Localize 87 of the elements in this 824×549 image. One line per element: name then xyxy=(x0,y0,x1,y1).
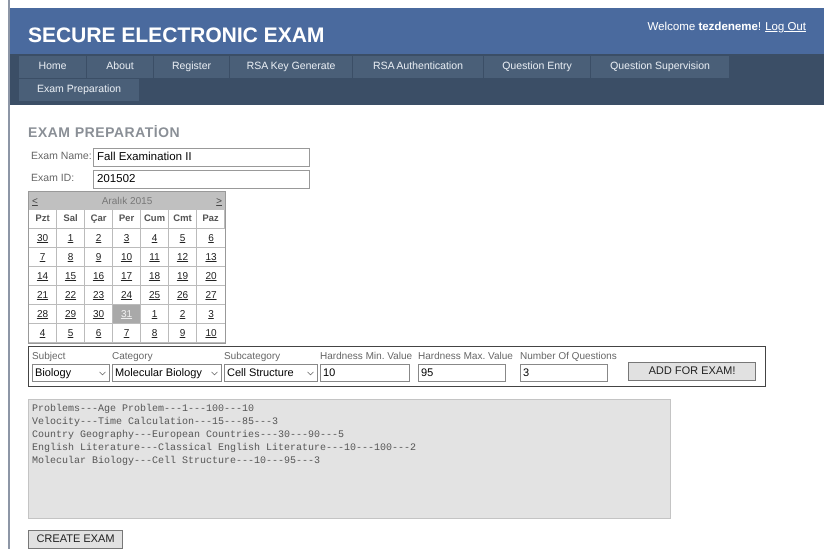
calendar-day[interactable]: 13 xyxy=(205,250,217,264)
input-field[interactable]: 10 xyxy=(320,364,410,382)
exam-list-line: Problems---Age Problem---1---100---10 xyxy=(32,403,256,416)
calendar-day[interactable]: 14 xyxy=(36,268,48,284)
weekday-label: Çar xyxy=(85,210,113,229)
input-field[interactable]: 95 xyxy=(418,364,506,382)
calendar-day[interactable]: 30 xyxy=(92,306,104,322)
calendar-day[interactable]: 24 xyxy=(120,288,132,302)
calendar-day[interactable]: 9 xyxy=(180,326,186,340)
filter-label: Hardness Max. Value xyxy=(418,350,514,364)
calendar-day[interactable]: 18 xyxy=(148,268,160,284)
logout-link[interactable]: Log Out xyxy=(765,19,806,36)
previous-month-link[interactable]: < xyxy=(32,194,38,208)
calendar-day[interactable]: 8 xyxy=(68,250,74,264)
add-button[interactable]: ADD FOR EXAM! xyxy=(628,362,756,381)
dropdown[interactable]: Biology xyxy=(32,364,110,382)
calendar-day[interactable]: 16 xyxy=(92,268,104,284)
month-title: Aralık 2015 xyxy=(102,194,152,208)
nav-tab[interactable]: RSA Key Generate xyxy=(230,56,352,78)
calendar-day[interactable]: 11 xyxy=(149,250,160,264)
nav-tab[interactable]: About xyxy=(87,56,153,78)
calendar-day[interactable]: 7 xyxy=(40,250,46,264)
calendar-day[interactable]: 30 xyxy=(36,230,48,246)
calendar-day[interactable]: 3 xyxy=(124,230,130,246)
dropdown[interactable]: Cell Structure xyxy=(224,364,318,382)
exam-list-line: English Literature---Classical English Literature---10---100---2 xyxy=(32,442,418,455)
calendar-day[interactable]: 4 xyxy=(152,230,158,246)
exam-name-field[interactable]: Fall Examination II xyxy=(93,148,310,166)
calendar-day[interactable]: 22 xyxy=(64,288,76,302)
calendar-day[interactable]: 27 xyxy=(205,288,217,302)
filter-label: Hardness Min. Value xyxy=(320,350,414,364)
nav-tab[interactable]: Exam Preparation xyxy=(19,79,139,101)
exam-list-box[interactable] xyxy=(28,399,671,519)
nav-tab[interactable]: RSA Authentication xyxy=(353,56,483,78)
calendar-day[interactable]: 3 xyxy=(208,306,214,322)
next-month-link[interactable]: > xyxy=(216,194,222,208)
weekday-label: Per xyxy=(113,210,141,229)
calendar-day[interactable]: 10 xyxy=(205,326,217,340)
calendar-day[interactable]: 17 xyxy=(120,268,132,284)
calendar-day[interactable]: 1 xyxy=(152,306,158,322)
filter-label: Subject xyxy=(32,350,66,364)
calendar-day[interactable]: 21 xyxy=(36,288,48,302)
calendar-day[interactable]: 19 xyxy=(176,268,188,284)
calendar-day[interactable]: 25 xyxy=(148,288,160,302)
calendar-day[interactable]: 2 xyxy=(96,230,102,246)
create-exam-button[interactable]: CREATE EXAM xyxy=(28,530,123,549)
calendar-day[interactable]: 12 xyxy=(176,250,188,264)
exam-list-line: Country Geography---European Countries---30---90---5 xyxy=(32,429,346,442)
filter-label: Category xyxy=(112,350,154,364)
calendar-day[interactable]: 5 xyxy=(68,326,74,340)
filter-label: Subcategory xyxy=(224,350,282,364)
page-title: EXAM PREPARATİON xyxy=(28,123,182,142)
calendar-day[interactable]: 6 xyxy=(208,230,214,246)
nav-tab[interactable]: Question Supervision xyxy=(591,56,729,78)
calendar-day[interactable]: 7 xyxy=(124,326,130,340)
weekday-label: Paz xyxy=(197,210,225,229)
filter-label: Number Of Questions xyxy=(520,350,618,364)
calendar-day[interactable]: 5 xyxy=(180,230,186,246)
field-label: Exam Name: xyxy=(31,149,93,164)
weekday-label: Cmt xyxy=(169,210,197,229)
nav-tab[interactable]: Question Entry xyxy=(484,56,590,78)
weekday-label: Pzt xyxy=(29,210,57,229)
exam-list-line: Molecular Biology---Cell Structure---10---95---3 xyxy=(32,455,322,468)
calendar-day[interactable]: 28 xyxy=(36,306,48,322)
calendar-day[interactable]: 15 xyxy=(64,268,76,284)
welcome-text: Welcome tezdeneme! xyxy=(648,20,762,35)
site-title: SECURE ELECTRONIC EXAM xyxy=(28,23,324,49)
calendar-day[interactable]: 26 xyxy=(176,288,188,302)
exam-list-line: Velocity---Time Calculation---15---85---3 xyxy=(32,416,280,429)
nav-tab[interactable]: Home xyxy=(19,56,86,78)
calendar-day[interactable]: 20 xyxy=(205,268,217,284)
calendar-day[interactable]: 4 xyxy=(40,326,46,340)
weekday-label: Cum xyxy=(141,210,169,229)
calendar-day[interactable]: 1 xyxy=(68,230,74,246)
calendar-day[interactable]: 9 xyxy=(96,250,102,264)
weekday-label: Sal xyxy=(57,210,85,229)
calendar-day[interactable]: 29 xyxy=(64,306,76,322)
calendar-day[interactable]: 8 xyxy=(152,326,158,340)
dropdown[interactable]: Molecular Biology xyxy=(112,364,222,382)
calendar-day[interactable]: 10 xyxy=(120,250,132,264)
input-field[interactable]: 3 xyxy=(520,364,608,382)
calendar-day[interactable]: 23 xyxy=(92,288,104,302)
calendar-day[interactable]: 2 xyxy=(180,306,186,322)
field-label: Exam ID: xyxy=(31,171,76,186)
nav-tab[interactable]: Register xyxy=(154,56,229,78)
calendar-day[interactable]: 6 xyxy=(96,326,102,340)
exam-id-field[interactable]: 201502 xyxy=(93,170,310,188)
